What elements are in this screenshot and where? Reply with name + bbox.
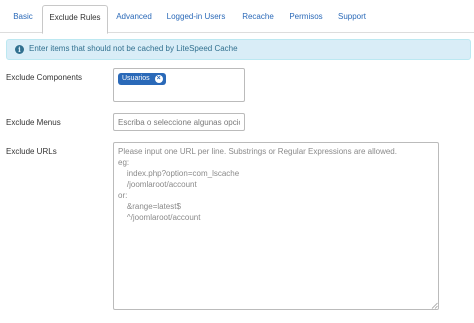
tab-logged-in-users[interactable]: Logged-in Users xyxy=(162,6,230,34)
exclude-menus-label: Exclude Menus xyxy=(6,118,61,127)
tab-support[interactable]: Support xyxy=(333,6,371,34)
exclude-components-label: Exclude Components xyxy=(6,73,83,82)
info-alert: i Enter items that should not be cached … xyxy=(6,39,471,60)
info-icon: i xyxy=(15,45,24,54)
tab-recache[interactable]: Recache xyxy=(236,6,280,34)
tab-exclude-rules[interactable]: Exclude Rules xyxy=(42,5,108,34)
settings-tabs: Basic Exclude Rules Advanced Logged-in U… xyxy=(0,0,474,34)
alert-message: Enter items that should not be cached by… xyxy=(29,44,238,53)
chip-label: Usuarios xyxy=(122,75,150,82)
resize-grip-icon[interactable] xyxy=(431,302,438,309)
exclude-urls-label: Exclude URLs xyxy=(6,147,57,156)
selected-chip-usuarios: Usuarios × xyxy=(118,73,166,85)
exclude-menus-input[interactable] xyxy=(113,113,245,131)
tab-advanced[interactable]: Advanced xyxy=(112,6,156,34)
tab-permisos[interactable]: Permisos xyxy=(285,6,327,34)
exclude-urls-textarea[interactable] xyxy=(113,142,439,310)
remove-chip-icon[interactable]: × xyxy=(154,75,163,83)
exclude-components-field[interactable]: Usuarios × xyxy=(113,68,245,102)
tab-basic[interactable]: Basic xyxy=(8,6,38,34)
